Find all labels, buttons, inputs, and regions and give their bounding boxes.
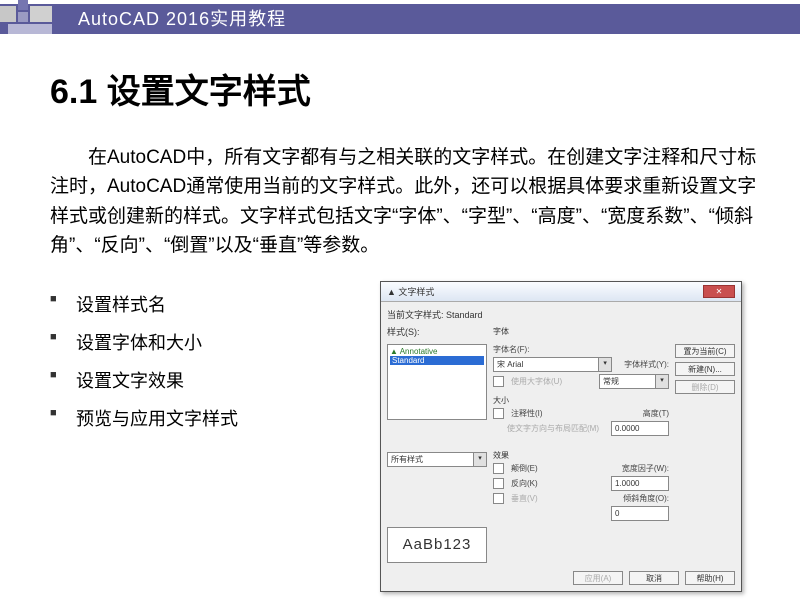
- vertical-label: 垂直(V): [511, 493, 538, 504]
- chevron-down-icon[interactable]: ▾: [655, 374, 669, 389]
- width-factor-label: 宽度因子(W):: [622, 463, 669, 474]
- annotative-checkbox[interactable]: [493, 408, 504, 419]
- new-button[interactable]: 新建(N)...: [675, 362, 735, 376]
- banner-decoration-icon: [0, 0, 60, 38]
- close-icon[interactable]: ✕: [703, 285, 735, 298]
- width-factor-field[interactable]: 1.0000: [611, 476, 669, 491]
- text-style-dialog: ▲ 文字样式 ✕ 当前文字样式: Standard 样式(S): 字体 ▲ An…: [380, 281, 742, 592]
- all-styles-label: 所有样式▾: [387, 452, 487, 523]
- vertical-checkbox[interactable]: [493, 493, 504, 504]
- font-name-label: 字体名(F):: [493, 344, 529, 355]
- styles-label: 样式(S):: [387, 325, 487, 340]
- oblique-label: 倾斜角度(O):: [623, 493, 669, 504]
- font-name-combo[interactable]: 宋 Arial▾: [493, 357, 612, 372]
- style-listbox[interactable]: ▲ Annotative Standard: [387, 344, 487, 420]
- list-item: 设置样式名: [50, 291, 350, 317]
- chevron-down-icon[interactable]: ▾: [598, 357, 612, 372]
- preview-box: AaBb123: [387, 527, 487, 563]
- upside-down-label: 颠倒(E): [511, 463, 538, 474]
- font-group: 字体: [493, 325, 669, 340]
- bullet-list: 设置样式名 设置字体和大小 设置文字效果 预览与应用文字样式: [50, 281, 350, 592]
- font-group-title: 字体: [493, 326, 669, 337]
- apply-button[interactable]: 应用(A): [573, 571, 623, 585]
- intro-paragraph: 在AutoCAD中，所有文字都有与之相关联的文字样式。在创建文字注释和尺寸标注时…: [50, 143, 760, 261]
- banner-title: AutoCAD 2016实用教程: [0, 4, 800, 34]
- list-item: 预览与应用文字样式: [50, 405, 350, 431]
- use-bigfont-label: 使用大字体(U): [511, 376, 562, 387]
- current-style-label: 当前文字样式: Standard: [387, 308, 735, 321]
- annotative-label: 注释性(I): [511, 408, 543, 419]
- list-item: 设置字体和大小: [50, 329, 350, 355]
- effects-group-title: 效果: [493, 450, 669, 461]
- use-bigfont-checkbox[interactable]: [493, 376, 504, 387]
- list-item: 设置文字效果: [50, 367, 350, 393]
- chevron-down-icon[interactable]: ▾: [473, 452, 487, 467]
- page-banner: AutoCAD 2016实用教程: [0, 4, 800, 34]
- font-style-label: 字体样式(Y):: [624, 359, 669, 370]
- backwards-label: 反向(K): [511, 478, 538, 489]
- size-group-title: 大小: [493, 395, 669, 406]
- style-item-standard[interactable]: Standard: [390, 356, 484, 365]
- set-current-button[interactable]: 置为当前(C): [675, 344, 735, 358]
- dialog-title-text: ▲ 文字样式: [387, 285, 434, 298]
- delete-button[interactable]: 删除(D): [675, 380, 735, 394]
- backwards-checkbox[interactable]: [493, 478, 504, 489]
- font-style-combo[interactable]: 常规▾: [599, 374, 669, 389]
- upside-down-checkbox[interactable]: [493, 463, 504, 474]
- help-button[interactable]: 帮助(H): [685, 571, 735, 585]
- height-label: 高度(T): [643, 408, 669, 419]
- cancel-button[interactable]: 取消: [629, 571, 679, 585]
- dialog-titlebar: ▲ 文字样式 ✕: [381, 282, 741, 302]
- section-heading: 6.1 设置文字样式: [50, 64, 760, 113]
- oblique-field[interactable]: 0: [611, 506, 669, 521]
- style-item-annotative[interactable]: ▲ Annotative: [390, 347, 484, 356]
- match-orient-label: 使文字方向与布局匹配(M): [507, 423, 599, 434]
- all-styles-combo[interactable]: 所有样式▾: [387, 452, 487, 467]
- height-field[interactable]: 0.0000: [611, 421, 669, 436]
